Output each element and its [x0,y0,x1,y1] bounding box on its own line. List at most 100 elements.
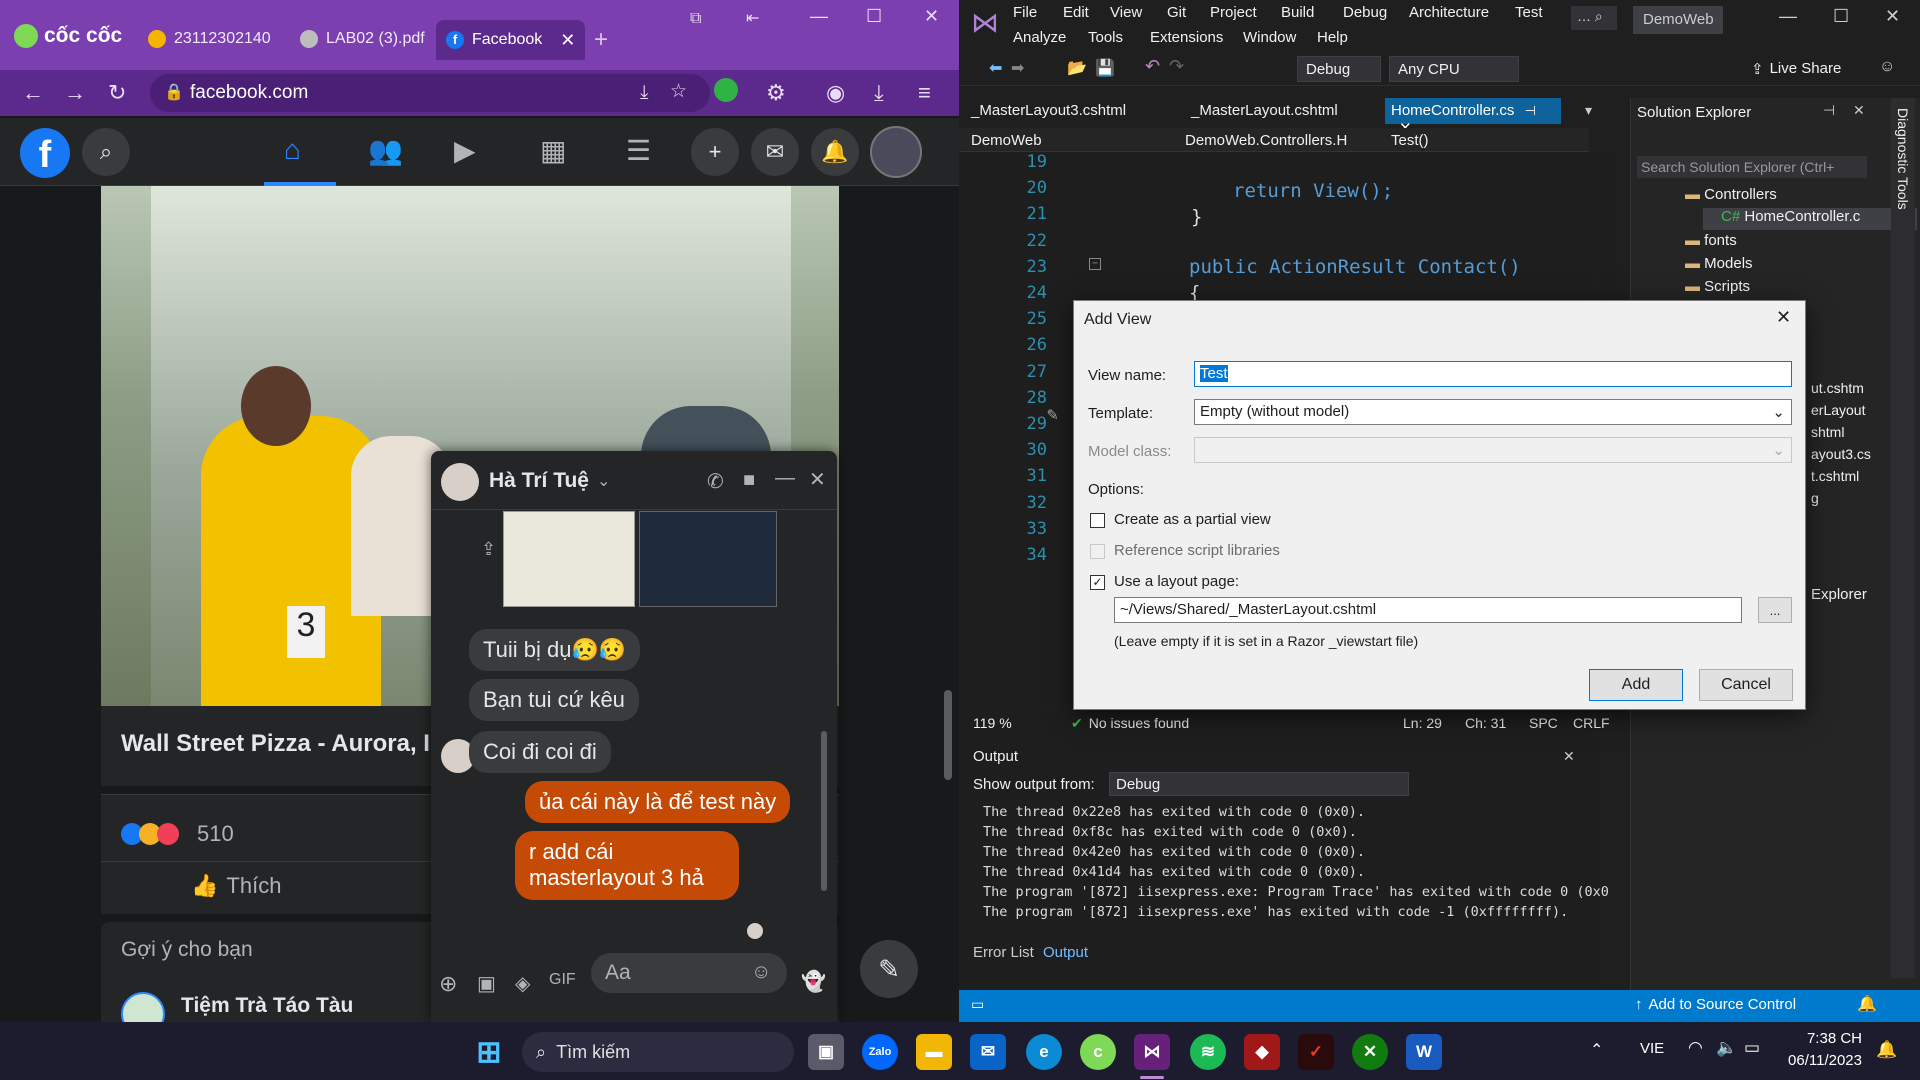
explorer-tab-label[interactable]: Explorer [1811,586,1867,603]
ghost-icon[interactable]: 👻 [801,969,826,994]
visual-studio-icon[interactable]: ⋈ [1134,1034,1170,1070]
partial-view-checkbox[interactable] [1090,513,1105,528]
sticker-icon[interactable]: ◈ [515,971,530,996]
marketplace-icon[interactable]: ▦ [540,134,566,167]
battery-icon[interactable]: ▭ [1744,1038,1760,1058]
feedback-icon[interactable]: ☺ [1879,58,1895,76]
tree-item-partial[interactable]: ut.cshtm [1811,380,1864,396]
menu-file[interactable]: File [1013,4,1037,21]
contact-avatar[interactable] [441,463,479,501]
tree-item-partial[interactable]: g [1811,490,1819,506]
add-button[interactable]: Add [1589,669,1683,701]
download-badge-icon[interactable] [714,78,738,102]
menu-edit[interactable]: Edit [1063,4,1089,21]
menu-debug[interactable]: Debug [1343,4,1387,21]
zalo-icon[interactable]: Zalo [862,1034,898,1070]
menu-extensions[interactable]: Extensions [1150,29,1223,46]
back-icon[interactable]: ⇤ [746,8,759,28]
language-indicator[interactable]: VIE [1640,1040,1664,1057]
view-name-input[interactable]: Test [1194,361,1792,387]
zoom-level[interactable]: 119 % [973,715,1012,731]
task-view-icon[interactable]: ▣ [808,1034,844,1070]
open-folder-icon[interactable]: 📂 [1067,58,1087,78]
taskbar-search[interactable]: ⌕ Tìm kiếm [522,1032,794,1072]
menu-view[interactable]: View [1110,4,1142,21]
volume-icon[interactable]: 🔈 [1716,1038,1737,1058]
column-indicator[interactable]: Ch: 31 [1465,715,1506,731]
issues-indicator[interactable]: ✔ No issues found [1071,715,1189,732]
tree-item-scripts[interactable]: ▬ Scripts [1685,278,1750,295]
messenger-icon[interactable]: ✉ [751,128,799,176]
tree-item-controllers[interactable]: ▬ Controllers [1685,186,1777,203]
search-icon[interactable]: … ⌕ [1571,6,1617,30]
tab-masterlayout[interactable]: _MasterLayout.cshtml [1185,98,1344,124]
tree-item-partial[interactable]: t.cshtml [1811,468,1859,484]
layout-page-checkbox[interactable]: ✓ [1090,575,1105,590]
configuration-dropdown[interactable]: Debug [1297,56,1381,82]
address-input[interactable]: 🔒 facebook.com ⤓ ☆ [150,74,710,112]
tree-item-fonts[interactable]: ▬ fonts [1685,232,1737,249]
menu-icon[interactable]: ≡ [918,80,931,106]
video-icon[interactable]: ■ [743,469,755,492]
wifi-icon[interactable]: ◠ [1688,1038,1703,1058]
reaction-count[interactable]: 510 [197,821,234,847]
cancel-button[interactable]: Cancel [1699,669,1793,701]
class-dropdown[interactable]: DemoWeb.Controllers.H [1185,132,1365,149]
source-control-button[interactable]: ↑ Add to Source Control [1635,996,1796,1013]
xbox-icon[interactable]: ✕ [1352,1034,1388,1070]
contact-name[interactable]: Hà Trí Tuệ [489,469,589,493]
tree-item-partial[interactable]: ayout3.cs [1811,446,1871,462]
chat-scrollbar[interactable] [821,731,827,891]
menu-analyze[interactable]: Analyze [1013,29,1066,46]
tab-error-list[interactable]: Error List [973,944,1034,961]
clock-time[interactable]: 7:38 CH [1786,1030,1862,1047]
menu-project[interactable]: Project [1210,4,1257,21]
facebook-logo-icon[interactable]: f [20,128,70,178]
message-bubble[interactable]: r add cái masterlayout 3 hả [515,831,739,900]
spacing-indicator[interactable]: SPC [1529,715,1558,731]
share-icon[interactable]: ⇪ [481,539,496,560]
avatar[interactable] [870,126,922,178]
tree-item-homecontroller[interactable]: C# HomeController.c [1703,208,1917,230]
close-icon[interactable]: ✕ [560,30,575,51]
redo-icon[interactable]: ↷ [1169,56,1184,77]
forward-icon[interactable]: ➡ [1011,58,1024,78]
notification-icon[interactable]: 🔔 [1876,1040,1897,1060]
solution-name-badge[interactable]: DemoWeb [1633,6,1723,34]
post-title[interactable]: Wall Street Pizza - Aurora, I [121,730,430,758]
friends-icon[interactable]: 👥 [368,134,403,167]
message-input[interactable]: Aa ☺ [591,953,787,993]
phone-icon[interactable]: ✆ [707,469,724,494]
search-icon[interactable]: ⌕ [82,128,130,176]
tab-output[interactable]: Output [1043,944,1088,961]
message-bubble[interactable]: Tuii bị dụ😥😥 [469,629,641,671]
menu-build[interactable]: Build [1281,4,1314,21]
menu-tools[interactable]: Tools [1088,29,1123,46]
shared-image-thumbnail[interactable] [639,511,777,607]
menu-test[interactable]: Test [1515,4,1543,21]
minimize-icon[interactable]: — [1779,6,1797,27]
diagnostic-tools-rail[interactable]: Diagnostic Tools [1891,98,1915,978]
chevron-down-icon[interactable]: ⌄ [597,471,610,491]
menu-git[interactable]: Git [1167,4,1186,21]
app-icon[interactable]: ✓ [1298,1034,1334,1070]
mail-icon[interactable]: ✉ [970,1034,1006,1070]
downloads-icon[interactable]: ⤓ [874,80,884,106]
image-icon[interactable]: ▣ [477,971,496,996]
minimize-icon[interactable]: — [810,6,828,27]
menu-architecture[interactable]: Architecture [1409,4,1489,21]
member-dropdown[interactable]: Test() [1391,132,1571,149]
line-ending-indicator[interactable]: CRLF [1573,715,1610,731]
chevron-up-icon[interactable]: ⌃ [1590,1040,1603,1060]
tab-homecontroller[interactable]: HomeController.cs ⊣ ✕ [1385,98,1561,137]
install-icon[interactable]: ⤓ [640,82,648,104]
pin-icon[interactable]: ⊣ [1525,103,1536,118]
spotify-icon[interactable]: ≋ [1190,1034,1226,1070]
page-avatar[interactable] [121,992,165,1022]
reload-icon[interactable]: ↻ [108,80,126,106]
tab-pdf[interactable]: LAB02 (3).pdf [290,22,435,56]
tab-overflow-icon[interactable]: ▾ [1585,102,1592,119]
maximize-icon[interactable]: ☐ [866,6,882,27]
maximize-icon[interactable]: ☐ [1833,6,1849,27]
coccoc-icon[interactable]: c [1080,1034,1116,1070]
